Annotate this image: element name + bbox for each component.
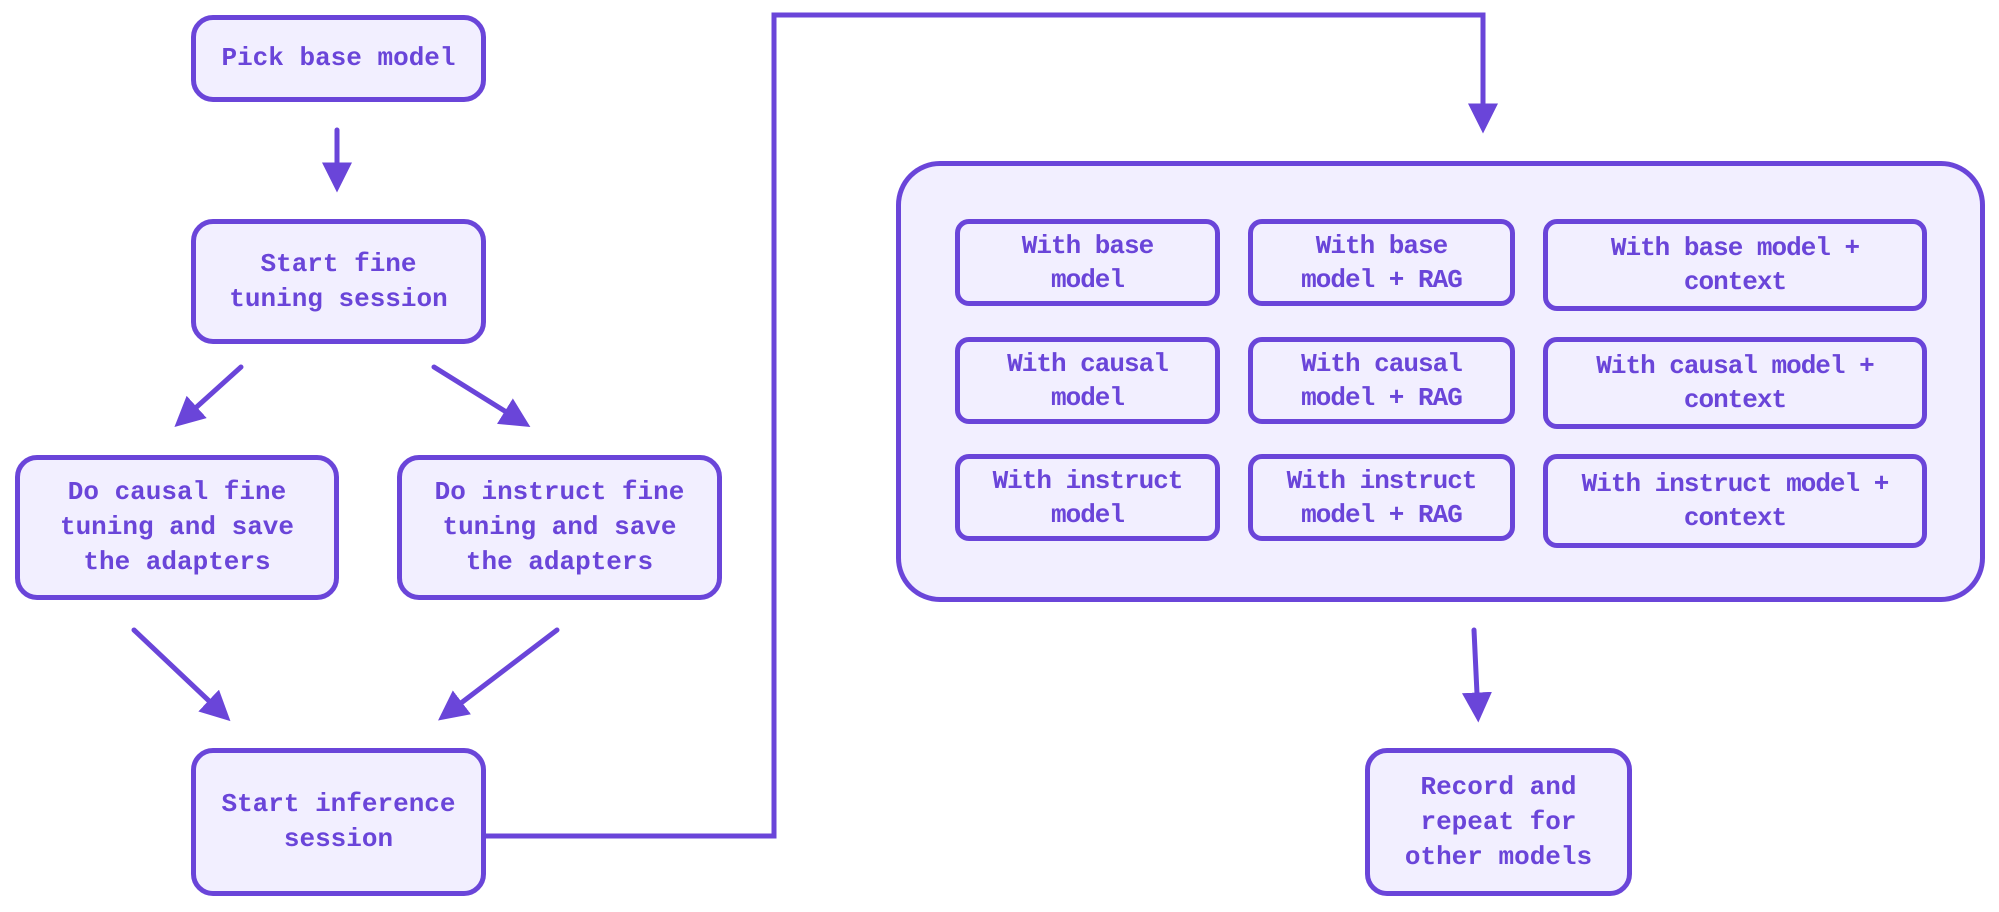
arrow-causal-to-inference: [131, 627, 231, 722]
causal-fine-tuning-node: Do causal fine tuning and save the adapt…: [15, 455, 339, 600]
variant-base-model-context: With base model + context: [1543, 219, 1927, 311]
arrow-instruct-to-inference: [438, 627, 560, 721]
start-inference-node: Start inference session: [191, 748, 486, 896]
variant-causal-model: With causal model: [955, 337, 1220, 424]
arrow-variants-to-record: [1461, 627, 1492, 723]
variant-causal-model-rag: With causal model + RAG: [1248, 337, 1515, 424]
record-repeat-node: Record and repeat for other models: [1365, 748, 1632, 896]
instruct-fine-tuning-node: Do instruct fine tuning and save the ada…: [397, 455, 722, 600]
start-fine-tuning-node: Start fine tuning session: [191, 219, 486, 344]
arrow-finetune-to-causal: [174, 364, 244, 428]
variant-base-model-rag: With base model + RAG: [1248, 219, 1515, 306]
variant-instruct-model: With instruct model: [955, 454, 1220, 541]
variant-instruct-model-rag: With instruct model + RAG: [1248, 454, 1515, 541]
arrow-finetune-to-instruct: [431, 364, 531, 427]
pick-base-model-node: Pick base model: [191, 15, 486, 102]
variant-causal-model-context: With causal model + context: [1543, 337, 1927, 429]
variant-base-model: With base model: [955, 219, 1220, 306]
variant-instruct-model-context: With instruct model + context: [1543, 454, 1927, 548]
